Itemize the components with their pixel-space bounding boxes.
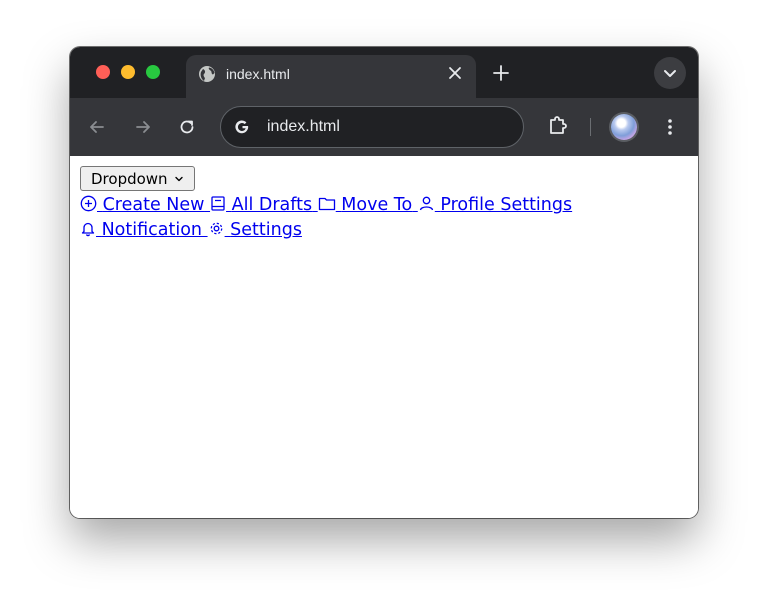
profile-avatar[interactable] [611, 114, 637, 140]
back-arrow-icon[interactable] [88, 118, 106, 136]
forward-arrow-icon[interactable] [134, 118, 152, 136]
plus-circle-icon [80, 195, 97, 212]
dropdown-button[interactable]: Dropdown [80, 166, 195, 191]
close-window-button[interactable] [96, 65, 110, 79]
bell-icon [81, 222, 95, 237]
browser-tab[interactable]: index.html [186, 55, 476, 98]
address-bar[interactable]: index.html [220, 106, 524, 148]
tab-title: index.html [226, 66, 290, 82]
tab-strip: index.html [70, 47, 698, 98]
profile-settings-label: Profile Settings [440, 195, 573, 215]
user-icon [419, 196, 433, 211]
settings-link[interactable]: Settings [208, 220, 302, 240]
browser-window: index.html index.html Dropdown Create Ne… [70, 47, 698, 518]
new-tab-icon[interactable] [492, 64, 510, 82]
chevron-down-icon [174, 176, 183, 181]
reload-icon[interactable] [178, 118, 196, 136]
page-viewport: Dropdown Create New All Drafts Move To P… [70, 156, 698, 518]
all-drafts-label: All Drafts [231, 195, 313, 215]
dropdown-label: Dropdown [91, 169, 168, 188]
link-list: Create New All Drafts Move To Profile Se… [80, 193, 640, 243]
all-drafts-link[interactable]: All Drafts [210, 195, 318, 215]
notification-link[interactable]: Notification [80, 220, 208, 240]
create-new-link[interactable]: Create New [80, 195, 210, 215]
address-text[interactable]: index.html [267, 118, 340, 136]
settings-label: Settings [230, 220, 302, 240]
browser-toolbar: index.html [70, 98, 698, 156]
more-menu-icon[interactable] [660, 116, 680, 138]
toolbar-divider [590, 118, 591, 136]
maximize-window-button[interactable] [146, 65, 160, 79]
close-tab-icon[interactable] [448, 66, 462, 80]
tab-search-button[interactable] [654, 57, 686, 89]
book-icon [211, 196, 225, 211]
minimize-window-button[interactable] [121, 65, 135, 79]
notification-label: Notification [101, 220, 202, 240]
gear-icon [210, 222, 222, 235]
move-to-label: Move To [341, 195, 413, 215]
profile-settings-link[interactable]: Profile Settings [418, 195, 572, 215]
extensions-puzzle-icon[interactable] [546, 114, 570, 138]
folder-icon [318, 197, 335, 211]
create-new-label: Create New [102, 195, 205, 215]
move-to-link[interactable]: Move To [318, 195, 418, 215]
chevron-down-icon [664, 70, 676, 77]
google-g-icon [235, 120, 249, 134]
globe-icon [199, 66, 215, 82]
